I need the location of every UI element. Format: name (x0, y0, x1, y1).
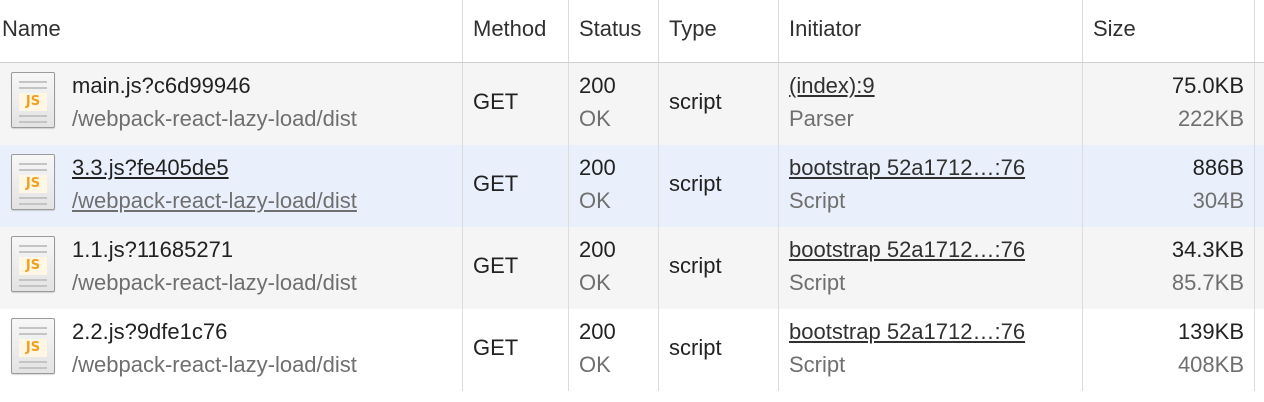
method-cell: GET (463, 145, 569, 227)
status-text: OK (579, 352, 611, 377)
status-text: OK (579, 106, 611, 131)
js-badge: JS (19, 257, 47, 275)
status-cell: 200 OK (569, 145, 659, 227)
request-type: script (669, 89, 722, 114)
request-name: 3.3.js?fe405de5 (72, 155, 229, 180)
size-transferred: 34.3KB (1171, 237, 1244, 262)
column-header-label: Initiator (789, 16, 862, 41)
status-code: 200 (579, 73, 616, 98)
initiator-type: Parser (789, 106, 854, 131)
size-cell: 34.3KB 85.7KB (1083, 227, 1255, 309)
size-resource: 85.7KB (1171, 270, 1244, 295)
request-method: GET (473, 89, 519, 114)
row-filler (1255, 227, 1264, 309)
status-code: 200 (579, 319, 616, 344)
js-badge: JS (19, 93, 47, 111)
column-header-method[interactable]: Method (463, 0, 569, 62)
initiator-link[interactable]: bootstrap 52a1712…:76 (789, 237, 1025, 263)
request-path: /webpack-react-lazy-load/dist (72, 270, 357, 295)
table-header: Name Method Status Type Initiator Size (0, 0, 1264, 63)
column-header-label: Status (579, 16, 642, 41)
status-cell: 200 OK (569, 309, 659, 391)
status-cell: 200 OK (569, 63, 659, 145)
status-code: 200 (579, 237, 616, 262)
column-header-size[interactable]: Size (1083, 0, 1255, 62)
type-cell: script (659, 63, 779, 145)
request-type: script (669, 335, 722, 360)
size-cell: 139KB 408KB (1083, 309, 1255, 391)
request-method: GET (473, 335, 519, 360)
js-file-icon: JS (11, 318, 55, 374)
size-resource: 222KB (1177, 106, 1244, 131)
initiator-cell: (index):9 Parser (779, 63, 1083, 145)
status-code: 200 (579, 155, 616, 180)
status-text: OK (579, 188, 611, 213)
column-header-label: Size (1093, 16, 1136, 41)
column-header-type[interactable]: Type (659, 0, 779, 62)
size-transferred: 75.0KB (1171, 73, 1244, 98)
size-cell: 886B 304B (1083, 145, 1255, 227)
network-request-table: Name Method Status Type Initiator Size J… (0, 0, 1264, 402)
column-header-name[interactable]: Name (0, 0, 463, 62)
column-header-filler (1255, 0, 1264, 62)
name-cell[interactable]: JS main.js?c6d99946 /webpack-react-lazy-… (0, 63, 463, 145)
name-cell[interactable]: JS 3.3.js?fe405de5 /webpack-react-lazy-l… (0, 145, 463, 227)
row-filler (1255, 63, 1264, 145)
js-badge: JS (19, 339, 47, 357)
status-cell: 200 OK (569, 227, 659, 309)
request-path: /webpack-react-lazy-load/dist (72, 188, 357, 213)
initiator-type: Script (789, 270, 846, 295)
initiator-cell: bootstrap 52a1712…:76 Script (779, 227, 1083, 309)
column-header-label: Name (2, 16, 61, 41)
name-cell[interactable]: JS 2.2.js?9dfe1c76 /webpack-react-lazy-l… (0, 309, 463, 391)
method-cell: GET (463, 309, 569, 391)
js-file-icon: JS (11, 154, 55, 210)
request-path: /webpack-react-lazy-load/dist (72, 106, 357, 131)
size-transferred: 886B (1192, 155, 1244, 180)
request-method: GET (473, 253, 519, 278)
column-header-status[interactable]: Status (569, 0, 659, 62)
type-cell: script (659, 227, 779, 309)
request-type: script (669, 171, 722, 196)
table-row[interactable]: JS 1.1.js?11685271 /webpack-react-lazy-l… (0, 227, 1264, 309)
js-file-icon: JS (11, 72, 55, 128)
initiator-type: Script (789, 352, 846, 377)
name-cell[interactable]: JS 1.1.js?11685271 /webpack-react-lazy-l… (0, 227, 463, 309)
initiator-link[interactable]: (index):9 (789, 73, 875, 99)
size-resource: 304B (1192, 188, 1244, 213)
row-filler (1255, 145, 1264, 227)
request-name: 2.2.js?9dfe1c76 (72, 319, 228, 344)
type-cell: script (659, 145, 779, 227)
js-file-icon: JS (11, 236, 55, 292)
method-cell: GET (463, 63, 569, 145)
table-row[interactable]: JS main.js?c6d99946 /webpack-react-lazy-… (0, 63, 1264, 145)
request-name: 1.1.js?11685271 (72, 237, 234, 262)
js-badge: JS (19, 175, 47, 193)
size-transferred: 139KB (1177, 319, 1244, 344)
initiator-link[interactable]: bootstrap 52a1712…:76 (789, 155, 1025, 181)
row-filler (1255, 309, 1264, 391)
column-header-label: Method (473, 16, 547, 41)
size-resource: 408KB (1177, 352, 1244, 377)
table-row[interactable]: JS 3.3.js?fe405de5 /webpack-react-lazy-l… (0, 145, 1264, 227)
status-text: OK (579, 270, 611, 295)
table-row[interactable]: JS 2.2.js?9dfe1c76 /webpack-react-lazy-l… (0, 309, 1264, 391)
initiator-type: Script (789, 188, 846, 213)
request-method: GET (473, 171, 519, 196)
request-path: /webpack-react-lazy-load/dist (72, 352, 357, 377)
size-cell: 75.0KB 222KB (1083, 63, 1255, 145)
initiator-cell: bootstrap 52a1712…:76 Script (779, 145, 1083, 227)
column-header-initiator[interactable]: Initiator (779, 0, 1083, 62)
initiator-link[interactable]: bootstrap 52a1712…:76 (789, 319, 1025, 345)
method-cell: GET (463, 227, 569, 309)
type-cell: script (659, 309, 779, 391)
request-type: script (669, 253, 722, 278)
initiator-cell: bootstrap 52a1712…:76 Script (779, 309, 1083, 391)
request-name: main.js?c6d99946 (72, 73, 251, 98)
column-header-label: Type (669, 16, 717, 41)
